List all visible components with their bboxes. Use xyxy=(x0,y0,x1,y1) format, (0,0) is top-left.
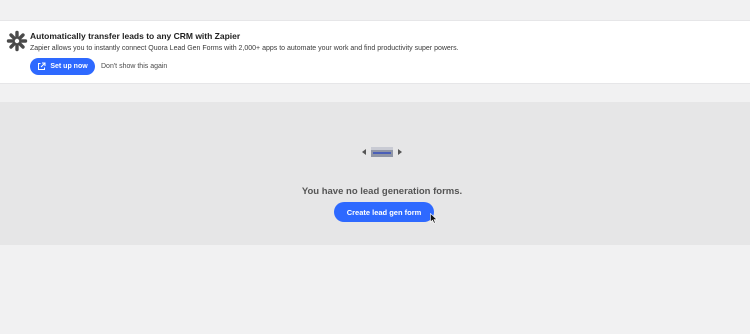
carousel-left-arrow-icon[interactable] xyxy=(362,149,366,155)
create-lead-gen-form-button[interactable]: Create lead gen form xyxy=(334,202,434,222)
banner-description: Zapier allows you to instantly connect Q… xyxy=(30,45,459,52)
banner-title: Automatically transfer leads to any CRM … xyxy=(30,31,241,41)
media-carousel xyxy=(362,146,402,158)
thumbnail-image xyxy=(371,147,393,157)
create-lead-gen-form-label: Create lead gen form xyxy=(346,207,422,217)
empty-state-message: You have no lead generation forms. xyxy=(301,186,463,197)
top-bar xyxy=(0,0,750,20)
empty-state-panel xyxy=(0,102,750,245)
carousel-right-arrow-icon[interactable] xyxy=(398,149,402,155)
set-up-now-button[interactable]: Set up now xyxy=(30,58,95,75)
set-up-now-label: Set up now xyxy=(50,63,88,70)
zapier-banner: Automatically transfer leads to any CRM … xyxy=(0,20,750,84)
dont-show-again-link[interactable]: Don't show this again xyxy=(101,63,167,70)
external-link-icon xyxy=(38,62,46,70)
zapier-asterisk-icon xyxy=(6,30,28,52)
mouse-cursor-icon xyxy=(430,213,438,224)
